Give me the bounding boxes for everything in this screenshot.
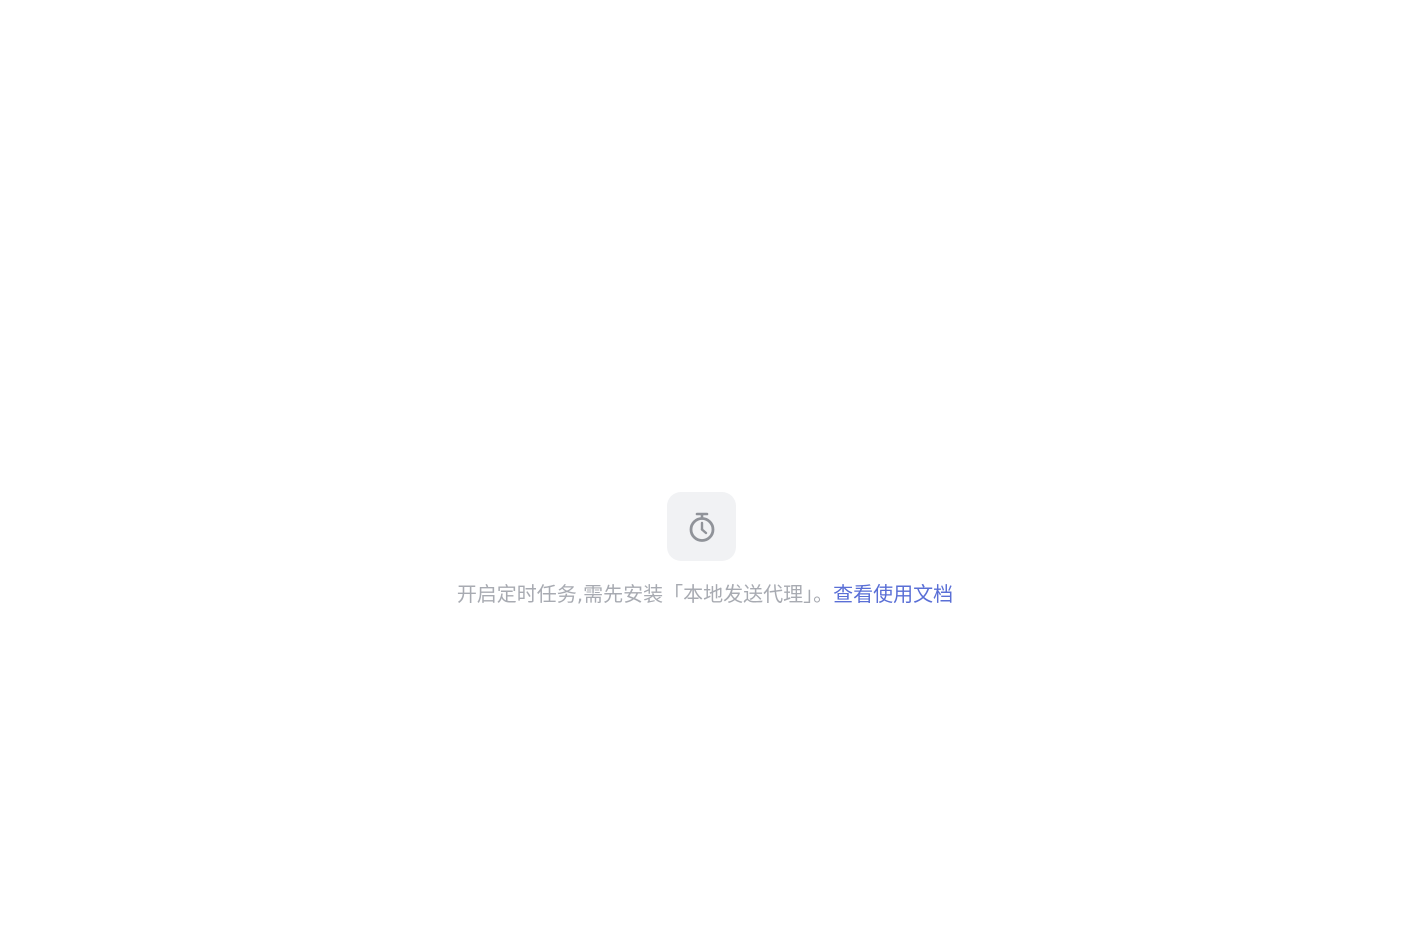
icon-tile — [667, 492, 736, 561]
message-text: 开启定时任务,需先安装「本地发送代理」。 — [456, 582, 834, 606]
view-docs-link[interactable]: 查看使用文档 — [833, 582, 953, 606]
stopwatch-icon — [687, 511, 717, 543]
empty-state-message: 开启定时任务,需先安装「本地发送代理」。查看使用文档 — [457, 580, 953, 608]
empty-state: 开启定时任务,需先安装「本地发送代理」。查看使用文档 — [0, 492, 1410, 608]
